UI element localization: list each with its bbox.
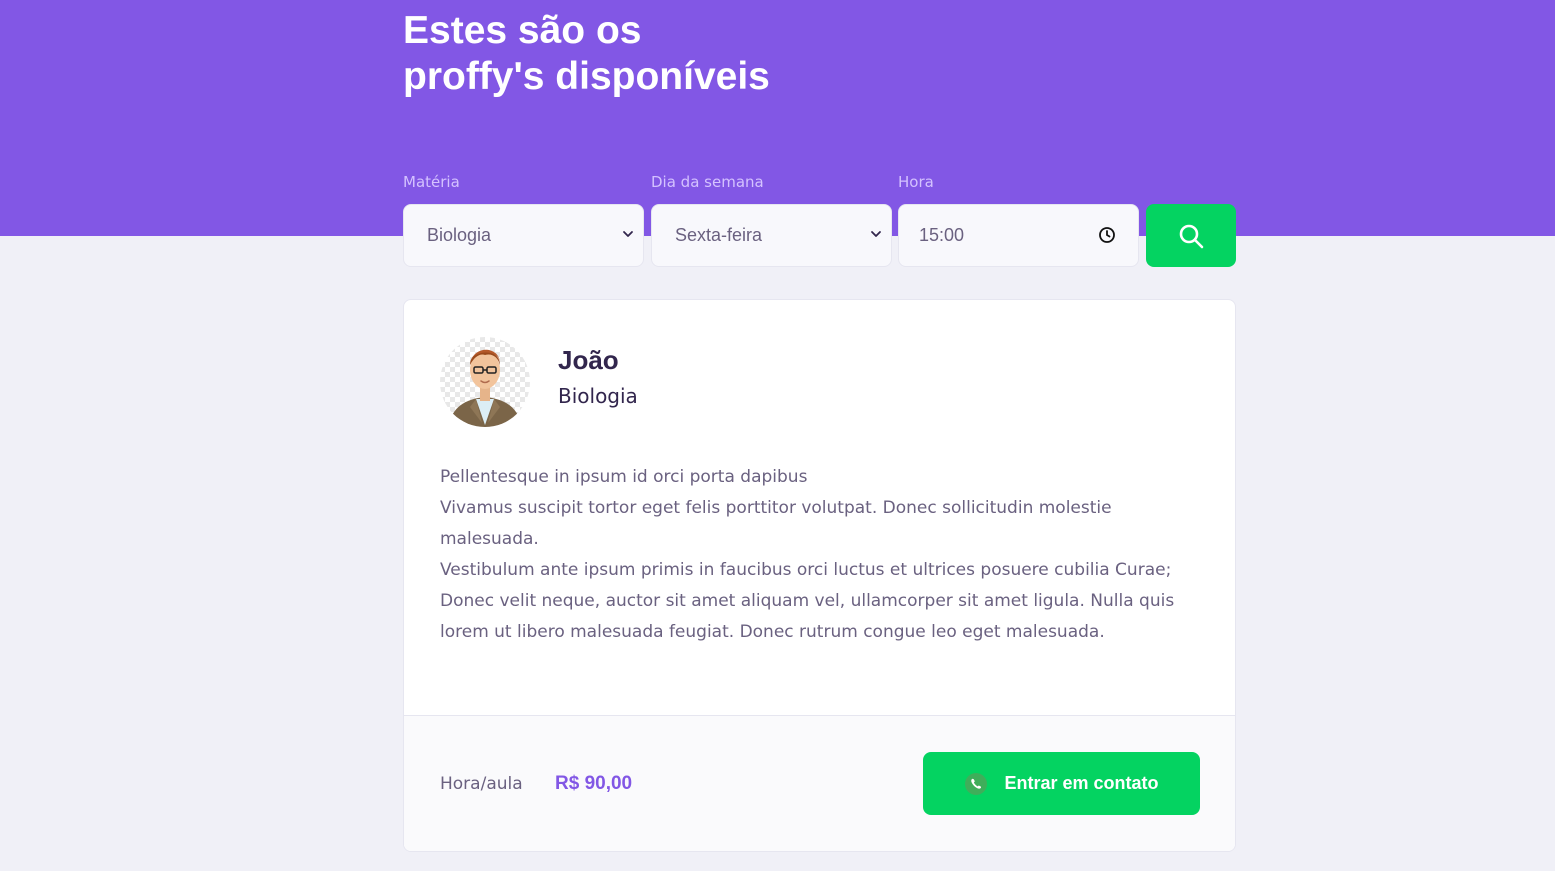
teacher-name: João [558,345,619,375]
teacher-bio: Pellentesque in ipsum id orci porta dapi… [440,462,1200,648]
page-title: Estes são os proffy's disponíveis [403,8,1003,100]
subject-select[interactable]: Biologia [403,204,644,267]
teacher-bio-paragraph: Vivamus suscipit tortor eget felis portt… [440,498,1112,549]
week-day-select[interactable]: Sexta-feira [651,204,892,267]
search-filters-form: Matéria Biologia Dia da semana Sexta-fei… [403,172,1236,268]
teacher-subject: Biologia [558,384,638,408]
teacher-card-footer: Hora/aula R$ 90,00 Entrar em contato [404,715,1235,851]
time-field: Hora 15:00 [898,172,1139,267]
chevron-down-icon [871,231,881,237]
price-label: Hora/aula [440,774,523,794]
subject-select-value: Biologia [427,225,492,245]
search-icon [1179,224,1204,248]
week-day-field: Dia da semana Sexta-feira [651,172,892,267]
teacher-bio-paragraph: Vestibulum ante ipsum primis in faucibus… [440,560,1175,642]
time-label: Hora [898,173,934,191]
teacher-avatar-image [440,337,530,427]
price-value: R$ 90,00 [555,773,633,794]
time-input[interactable]: 15:00 [898,204,1139,267]
whatsapp-icon [965,772,988,795]
teacher-bio-paragraph: Pellentesque in ipsum id orci porta dapi… [440,467,808,487]
chevron-down-icon [623,231,633,237]
week-day-label: Dia da semana [651,173,764,191]
page-title-line2: proffy's disponíveis [403,55,770,98]
teacher-avatar [440,337,530,427]
contact-button[interactable]: Entrar em contato [923,752,1200,815]
teacher-card: João Biologia Pellentesque in ipsum id o… [403,299,1236,852]
subject-label: Matéria [403,173,460,191]
page-title-line1: Estes são os [403,9,642,52]
time-input-value: 15:00 [919,225,965,245]
subject-field: Matéria Biologia [403,172,644,267]
search-button[interactable] [1146,204,1236,267]
week-day-select-value: Sexta-feira [675,225,763,245]
contact-button-label: Entrar em contato [1004,773,1159,793]
clock-icon[interactable] [1098,226,1116,244]
